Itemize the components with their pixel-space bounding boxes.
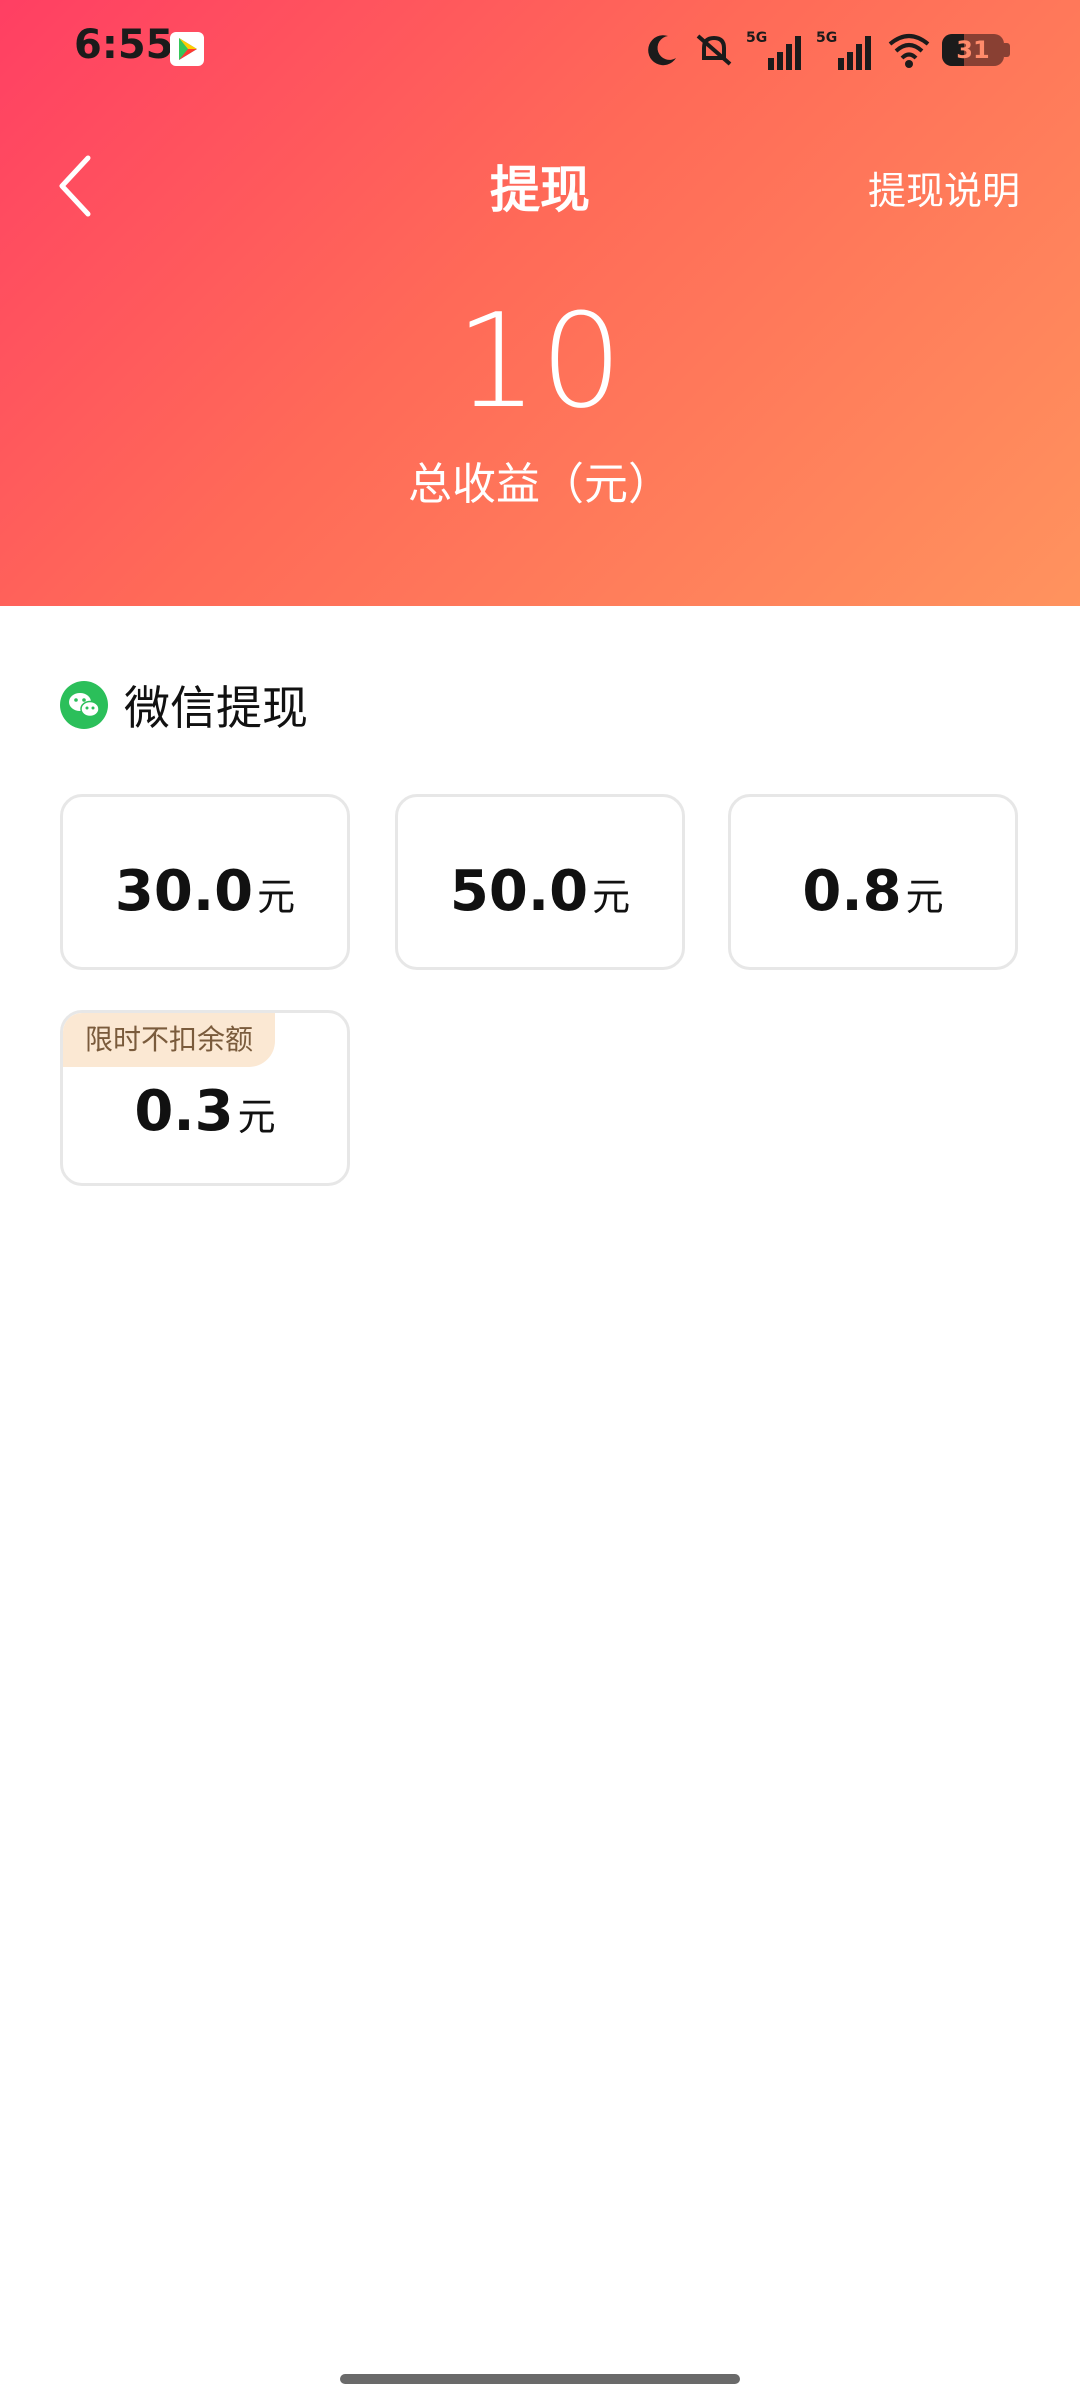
amount-option-30[interactable]: 30.0 元 bbox=[60, 794, 350, 970]
amount-option-0-3[interactable]: 限时不扣余额 0.3 元 bbox=[60, 1010, 350, 1186]
total-earnings-value: 10 bbox=[455, 285, 625, 437]
option-unit: 元 bbox=[237, 1095, 276, 1139]
amount-option-0-8[interactable]: 0.8 元 bbox=[728, 794, 1018, 970]
status-bar: 6:55 5G 5G 31 bbox=[0, 0, 1080, 100]
signal-5g-icon: 5G bbox=[746, 30, 801, 70]
withdraw-help-link[interactable]: 提现说明 bbox=[868, 160, 1020, 215]
limited-time-tag: 限时不扣余额 bbox=[63, 1013, 276, 1067]
battery-indicator: 31 bbox=[942, 34, 1010, 66]
svg-text:5G: 5G bbox=[746, 30, 767, 46]
option-amount: 0.3 bbox=[134, 1079, 234, 1144]
wechat-withdraw-section-title: 微信提现 bbox=[60, 672, 308, 738]
option-unit: 元 bbox=[905, 875, 944, 919]
battery-level: 31 bbox=[956, 36, 990, 64]
amount-option-50[interactable]: 50.0 元 bbox=[395, 794, 685, 970]
withdraw-page: 6:55 5G 5G 31 提现 提现说明 10 总收益（元） 微信提现 30.… bbox=[0, 0, 1080, 2400]
status-icons: 5G 5G 31 bbox=[642, 24, 1010, 76]
option-amount: 50.0 bbox=[449, 859, 589, 924]
option-unit: 元 bbox=[257, 875, 296, 919]
mute-icon bbox=[696, 34, 732, 66]
wifi-icon bbox=[888, 34, 930, 68]
play-store-icon bbox=[170, 32, 204, 66]
wechat-icon bbox=[60, 681, 108, 729]
option-amount: 0.8 bbox=[802, 859, 902, 924]
signal-5g-icon-2: 5G bbox=[816, 30, 871, 70]
moon-icon bbox=[648, 35, 676, 66]
svg-text:5G: 5G bbox=[816, 30, 837, 46]
header-banner: 6:55 5G 5G 31 提现 提现说明 10 总收益（元） bbox=[0, 0, 1080, 606]
section-title-text: 微信提现 bbox=[124, 681, 308, 735]
status-time: 6:55 bbox=[74, 22, 174, 68]
option-amount: 30.0 bbox=[114, 859, 254, 924]
option-unit: 元 bbox=[592, 875, 631, 919]
home-indicator[interactable] bbox=[340, 2374, 740, 2384]
total-earnings-label: 总收益（元） bbox=[408, 459, 672, 510]
